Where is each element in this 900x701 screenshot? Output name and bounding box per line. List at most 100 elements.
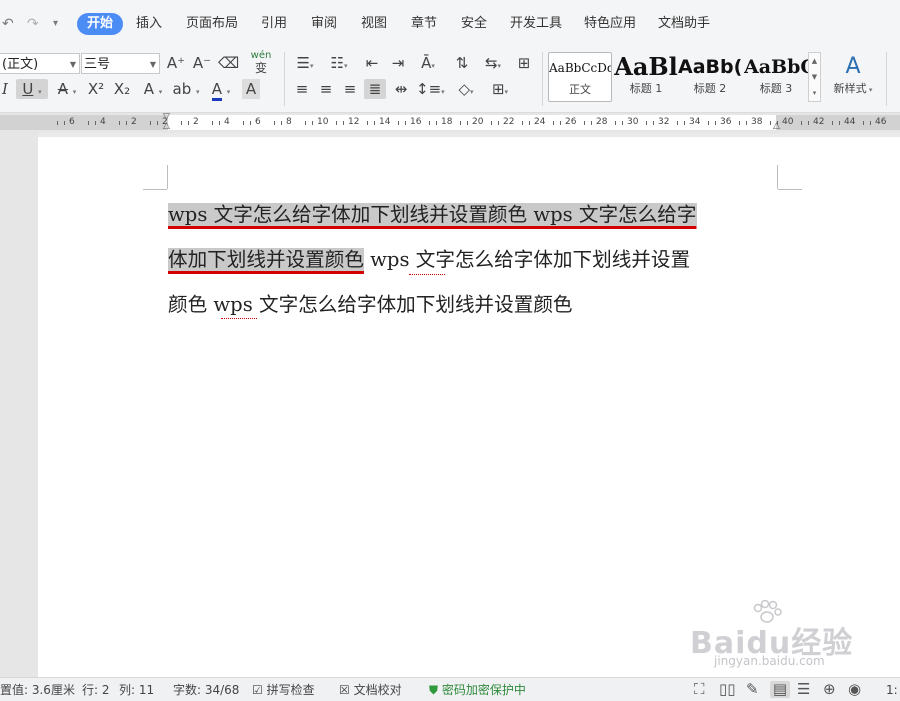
encryption-status[interactable]: ⛊ 密码加密保护中 xyxy=(429,682,526,698)
fullscreen-icon[interactable]: ⛶ xyxy=(694,681,705,698)
numbered-list-icon[interactable]: ☷▾ xyxy=(326,53,352,73)
ribbon-toolbar: (正文) ▼ 三号 ▼ A⁺ A⁻ ⌫ wén 变 I U ▾ A ▾ X² X₂… xyxy=(0,48,900,113)
clear-format-icon[interactable]: ⌫ xyxy=(218,53,239,73)
ruler-tick xyxy=(181,121,182,125)
new-style-label: 新样式 ▾ xyxy=(833,82,873,95)
tab-page-layout[interactable]: 页面布局 xyxy=(186,13,238,35)
hanging-indent-marker[interactable]: △ xyxy=(163,122,170,131)
tab-special-apps[interactable]: 特色应用 xyxy=(584,13,636,35)
font-name-select[interactable]: (正文) ▼ xyxy=(0,53,80,74)
ruler-tick xyxy=(157,121,158,125)
style-label: 标题 3 xyxy=(759,82,793,95)
ruler-tick xyxy=(529,121,530,125)
tab-security[interactable]: 安全 xyxy=(461,13,487,35)
style-normal[interactable]: AaBbCcDd 正文 xyxy=(548,52,612,102)
justify-icon[interactable]: ≣ xyxy=(364,79,386,99)
text-direction-icon[interactable]: Ā▾ xyxy=(415,53,441,73)
underline-button[interactable]: U ▾ xyxy=(16,79,48,99)
style-gallery-scroll[interactable]: ▲ ▼ ▾ xyxy=(808,52,821,102)
text-line: 体加下划线并设置颜色 wps 文字怎么给字体加下划线并设置 xyxy=(168,237,778,282)
ruler-tick xyxy=(491,121,492,125)
ruler-number: 4 xyxy=(100,117,106,127)
tab-developer[interactable]: 开发工具 xyxy=(510,13,562,35)
style-label: 正文 xyxy=(569,83,591,96)
bullet-list-icon[interactable]: ☰▾ xyxy=(292,53,318,73)
ruler-number: 24 xyxy=(534,117,546,127)
tab-view[interactable]: 视图 xyxy=(361,13,387,35)
align-left-icon[interactable]: ≡ xyxy=(292,79,312,99)
char-shading-icon[interactable]: A xyxy=(242,79,260,99)
style-label: 标题 2 xyxy=(693,82,727,95)
plain-text: 颜色 wps 文字怎么给字体加下划线并设置颜色 xyxy=(168,293,573,316)
document-paragraph[interactable]: wps 文字怎么给字体加下划线并设置颜色 wps 文字怎么给字 体加下划线并设置… xyxy=(168,192,778,327)
ruler-tick xyxy=(212,121,213,125)
borders-icon[interactable]: ⊞▾ xyxy=(486,79,514,99)
font-color-icon[interactable]: A ▾ xyxy=(208,79,234,101)
ruler-number: 34 xyxy=(689,117,701,127)
ruler-number: 22 xyxy=(503,117,515,127)
style-heading-3[interactable]: AaBbC 标题 3 xyxy=(744,52,808,102)
tab-review[interactable]: 审阅 xyxy=(311,13,337,35)
ruler-tick xyxy=(312,121,313,125)
ruler-number: 20 xyxy=(472,117,484,127)
selected-underlined-text: 体加下划线并设置颜色 xyxy=(168,248,364,271)
shield-icon: ⛊ xyxy=(429,683,439,697)
ruler-tick xyxy=(653,121,654,125)
web-view-icon[interactable]: ⊕ xyxy=(823,681,836,698)
highlight-color-icon[interactable]: ab ▾ xyxy=(172,79,200,99)
redo-icon[interactable]: ↷ xyxy=(27,16,39,32)
text-effect-icon[interactable]: A ▾ xyxy=(140,79,166,99)
sort-icon[interactable]: ⇅ xyxy=(452,53,472,73)
strikethrough-button[interactable]: A ▾ xyxy=(54,79,80,99)
ruler-number: 46 xyxy=(875,117,887,127)
style-heading-1[interactable]: AaBl 标题 1 xyxy=(614,52,678,102)
ruler-tick xyxy=(622,121,623,125)
new-style-button[interactable]: A 新样式 ▾ xyxy=(828,52,878,102)
distributed-align-icon[interactable]: ⇹ xyxy=(390,79,412,99)
font-size-select[interactable]: 三号 ▼ xyxy=(81,53,160,74)
grow-font-icon[interactable]: A⁺ xyxy=(166,53,186,73)
line-spacing-icon[interactable]: ↕≡▾ xyxy=(416,79,445,99)
ruler-tick xyxy=(770,121,771,125)
tab-chapter[interactable]: 章节 xyxy=(411,13,437,35)
edit-mode-icon[interactable]: ✎ xyxy=(746,681,759,698)
superscript-icon[interactable]: X² xyxy=(86,79,106,99)
ruler-tick xyxy=(863,121,864,125)
decrease-indent-icon[interactable]: ⇤ xyxy=(362,53,382,73)
subscript-icon[interactable]: X₂ xyxy=(112,79,132,99)
position-value: 置值: 3.6厘米 xyxy=(0,683,75,697)
undo-icon[interactable]: ↶ xyxy=(2,16,14,32)
align-center-icon[interactable]: ≡ xyxy=(316,79,336,99)
tab-insert[interactable]: 插入 xyxy=(136,13,162,35)
increase-indent-icon[interactable]: ⇥ xyxy=(388,53,408,73)
reading-mode-icon[interactable]: ▯▯ xyxy=(719,681,736,698)
tab-references[interactable]: 引用 xyxy=(261,13,287,35)
word-count[interactable]: 字数: 34/68 xyxy=(173,682,239,698)
pinyin-guide-button[interactable]: wén 变 xyxy=(247,50,275,74)
shading-icon[interactable]: ◇▾ xyxy=(452,79,480,99)
shrink-font-icon[interactable]: A⁻ xyxy=(192,53,212,73)
plain-text: wps 文字怎么给字体加下划线并设置 xyxy=(363,248,691,271)
doc-proof-button[interactable]: ☒ 文档校对 xyxy=(339,682,402,698)
new-style-icon: A xyxy=(845,54,861,79)
eye-protection-icon[interactable]: ◉ xyxy=(848,681,861,698)
right-indent-marker[interactable]: △ xyxy=(773,122,780,131)
style-heading-2[interactable]: AaBb( 标题 2 xyxy=(678,52,742,102)
page-view-icon[interactable]: ▤ xyxy=(770,681,790,698)
align-right-icon[interactable]: ≡ xyxy=(340,79,360,99)
ruler-tick xyxy=(367,121,368,125)
outline-view-icon[interactable]: ☰ xyxy=(797,681,810,698)
horizontal-ruler[interactable]: 6 4 2 2 2 4 6 8 10 12 14 16 18 20 22 24 26 28 30 32 34 36 38 40… xyxy=(0,113,900,133)
ruler-tick xyxy=(436,121,437,125)
spell-check-button[interactable]: ☑ 拼写检查 xyxy=(252,682,315,698)
tab-home[interactable]: 开始 xyxy=(77,13,124,35)
show-marks-icon[interactable]: ⇆▾ xyxy=(480,53,506,73)
zoom-level[interactable]: 1: xyxy=(886,682,898,698)
table-layout-icon[interactable]: ⊞ xyxy=(513,53,535,73)
corner-mark xyxy=(777,165,778,189)
tab-doc-assistant[interactable]: 文档助手 xyxy=(658,13,710,35)
quick-access-dropdown-icon[interactable]: ▾ xyxy=(53,16,58,32)
italic-button[interactable]: I xyxy=(0,79,10,99)
ruler-number: 8 xyxy=(286,117,292,127)
ruler-tick xyxy=(839,121,840,125)
